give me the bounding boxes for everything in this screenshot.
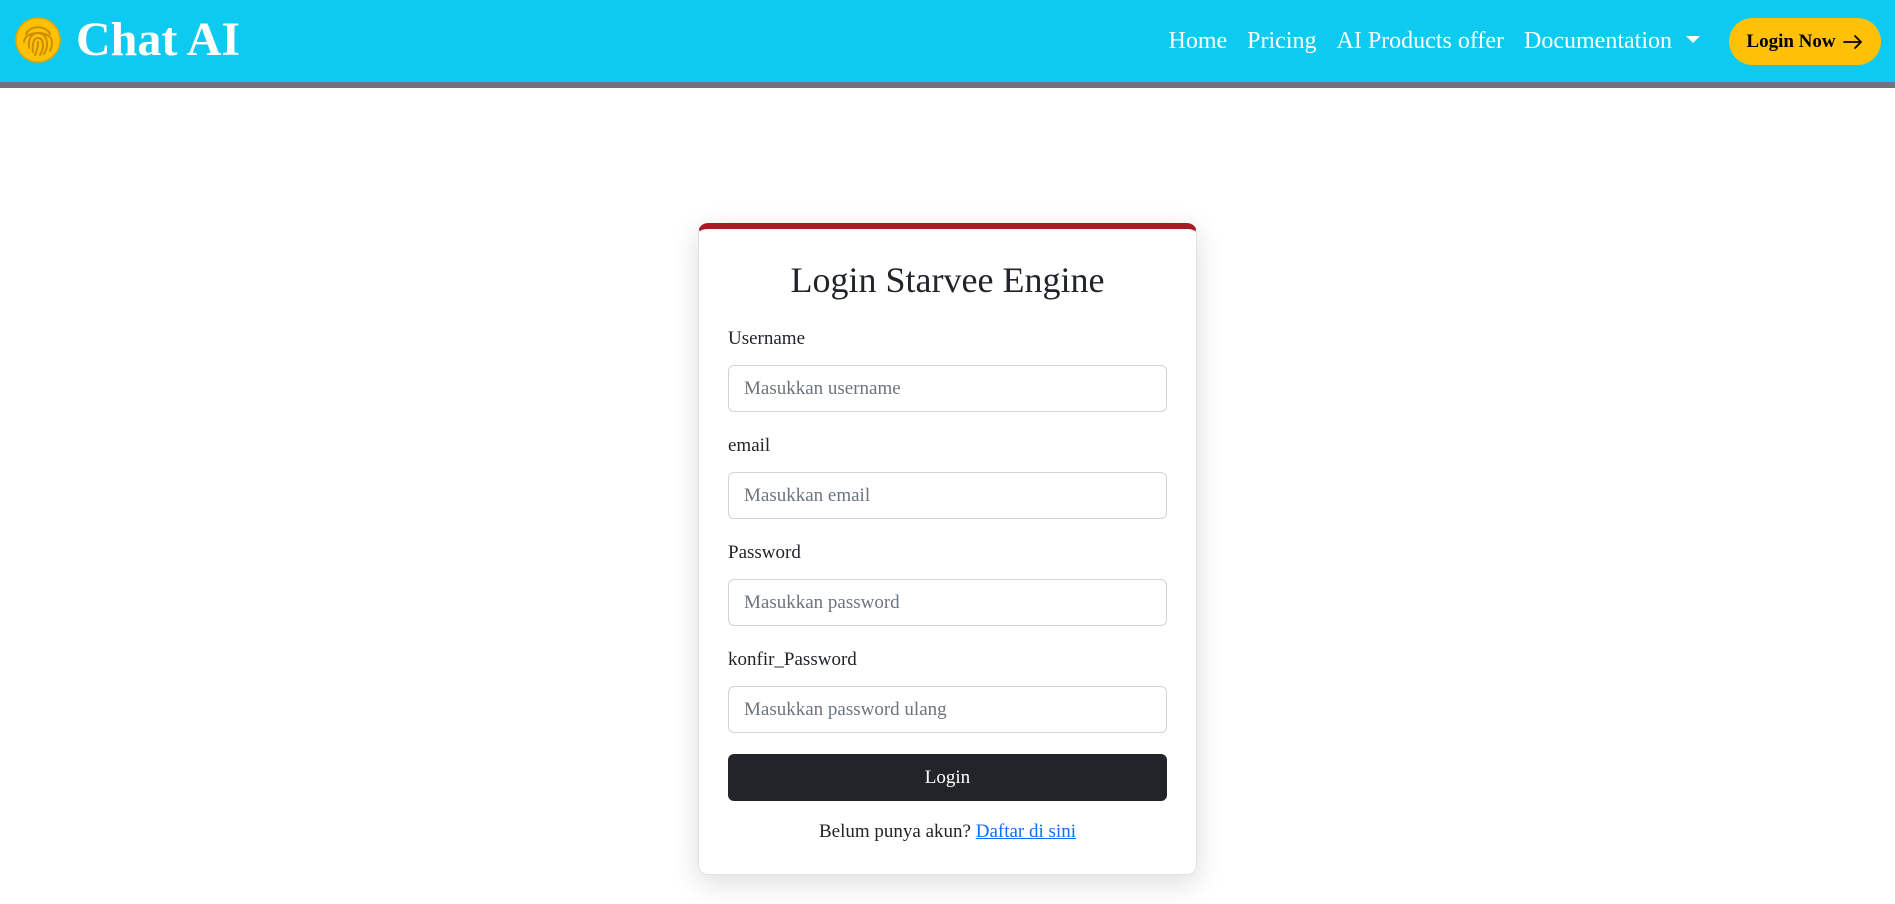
navbar: Chat AI Home Pricing AI Products offer D… (0, 0, 1895, 88)
login-submit-button[interactable]: Login (728, 754, 1167, 801)
password-input[interactable] (728, 579, 1167, 626)
caret-down-icon (1686, 35, 1700, 43)
nav-dropdown-documentation[interactable]: Documentation (1524, 28, 1700, 55)
email-label: email (728, 435, 771, 456)
signup-prompt-text: Belum punya akun? (819, 821, 971, 842)
password-label: Password (728, 542, 801, 563)
confirm-password-input[interactable] (728, 686, 1167, 733)
brand-link[interactable]: Chat AI (14, 14, 240, 66)
username-input[interactable] (728, 365, 1167, 412)
fingerprint-icon (15, 17, 61, 63)
nav-link-pricing[interactable]: Pricing (1247, 28, 1316, 55)
username-label: Username (728, 328, 806, 349)
brand-title: Chat AI (76, 13, 241, 66)
confirm-password-label: konfir_Password (728, 649, 857, 670)
signup-prompt: Belum punya akun? Daftar di sini (699, 821, 1196, 843)
login-card: Login Starvee Engine Username email Pass… (698, 223, 1197, 875)
nav-link-home[interactable]: Home (1169, 28, 1228, 55)
login-now-button[interactable]: Login Now (1729, 18, 1881, 65)
nav-link-ai-products[interactable]: AI Products offer (1337, 28, 1505, 55)
signup-link[interactable]: Daftar di sini (976, 821, 1076, 842)
card-title: Login Starvee Engine (790, 260, 1105, 300)
email-input[interactable] (728, 472, 1167, 519)
nav-dropdown-label: Documentation (1524, 27, 1672, 54)
login-now-label: Login Now (1746, 30, 1836, 52)
nav-links: Home Pricing AI Products offer Documenta… (1169, 0, 1700, 82)
arrow-right-icon (1842, 34, 1862, 49)
